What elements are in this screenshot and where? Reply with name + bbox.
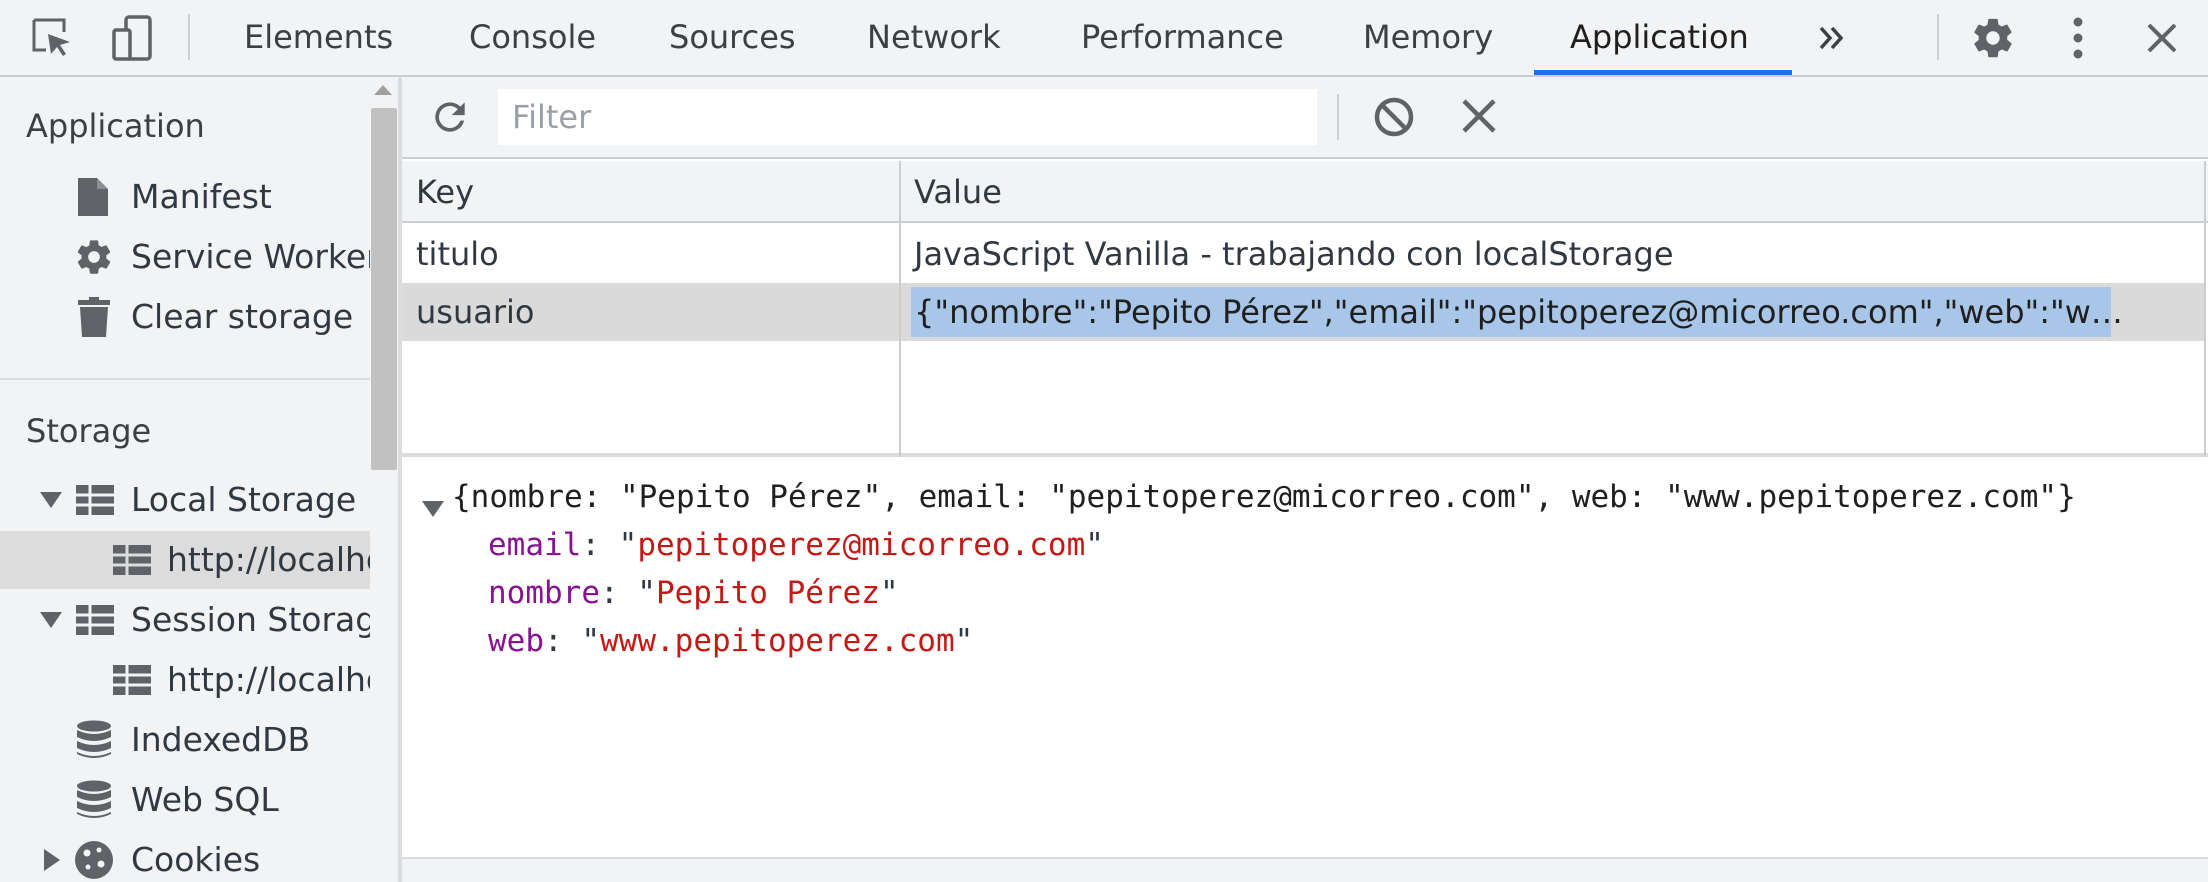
property-row: nombre: "Pepito Pérez" (488, 575, 899, 611)
sidebar-item-label: Web SQL (131, 780, 279, 819)
property-key: nombre (488, 575, 600, 611)
sidebar-item-label: Cookies (131, 840, 261, 879)
column-divider[interactable] (899, 161, 901, 457)
sidebar-item-label: Session Storage (131, 600, 397, 639)
tab-sources[interactable]: Sources (669, 0, 796, 75)
toolbar-separator (1937, 14, 1939, 60)
sidebar-item-web-sql[interactable]: Web SQL (0, 771, 370, 829)
sidebar-divider (0, 378, 370, 380)
storage-data-grid: Key Value titulo JavaScript Vanilla - tr… (402, 161, 2208, 457)
object-summary[interactable]: {nombre: "Pepito Pérez", email: "pepitop… (452, 473, 2076, 521)
toolbar-separator (188, 14, 190, 60)
cookie-icon (74, 831, 114, 882)
row-key: titulo (416, 235, 499, 273)
row-value: JavaScript Vanilla - trabajando con loca… (914, 235, 1674, 273)
property-key: web (488, 623, 544, 659)
sidebar-item-indexeddb[interactable]: IndexedDB (0, 711, 370, 769)
document-icon (78, 168, 108, 226)
devtools-toolbar: Elements Console Sources Network Perform… (0, 0, 2208, 77)
inspect-element-icon[interactable] (24, 0, 80, 75)
sidebar: Application Manifest Service Workers Cle… (0, 77, 402, 882)
sidebar-item-local-storage-localhost[interactable]: http://localhost (0, 531, 402, 589)
gear-icon (74, 228, 114, 286)
refresh-icon[interactable] (428, 95, 472, 143)
database-icon (76, 711, 112, 769)
trash-icon (78, 288, 110, 346)
sidebar-item-service-workers[interactable]: Service Workers (0, 228, 397, 286)
property-row: email: "pepitoperez@micorreo.com" (488, 527, 1104, 563)
sidebar-item-cookies[interactable]: Cookies (0, 831, 370, 882)
grid-header: Key Value (402, 161, 2208, 223)
sidebar-item-label: Manifest (131, 177, 272, 216)
tab-elements[interactable]: Elements (244, 0, 393, 75)
table-icon (113, 651, 151, 709)
property-value: www.pepitoperez.com (600, 623, 955, 659)
property-key: email (488, 527, 582, 563)
column-header-value[interactable]: Value (914, 161, 1002, 223)
sidebar-item-session-storage-localhost[interactable]: http://localhost (0, 651, 402, 709)
scroll-up-arrow-icon[interactable] (374, 85, 392, 95)
property-value: Pepito Pérez (655, 575, 880, 611)
delete-selected-icon[interactable] (1460, 97, 1498, 139)
sidebar-item-label: http://localhost (167, 660, 402, 699)
row-value[interactable]: {"nombre":"Pepito Pérez","email":"pepito… (914, 283, 2149, 341)
sidebar-item-session-storage[interactable]: Session Storage (0, 591, 397, 649)
bottom-scrollbar[interactable] (402, 857, 2208, 882)
sidebar-section-application: Application (26, 107, 205, 145)
toolbar-separator (1337, 94, 1339, 140)
clear-all-icon[interactable] (1372, 95, 1416, 143)
expand-triangle-icon[interactable] (40, 591, 62, 649)
close-icon[interactable] (2140, 0, 2184, 75)
property-value: pepitoperez@micorreo.com (637, 527, 1086, 563)
sidebar-item-label: http://localhost (167, 540, 402, 579)
row-key: usuario (416, 293, 535, 331)
expand-triangle-icon[interactable] (40, 471, 62, 529)
sidebar-item-local-storage[interactable]: Local Storage (0, 471, 370, 529)
sidebar-scrollbar-thumb[interactable] (371, 108, 397, 470)
gear-icon[interactable] (1968, 0, 2018, 75)
sidebar-item-manifest[interactable]: Manifest (0, 168, 370, 226)
sidebar-item-label: Service Workers (131, 237, 397, 276)
tab-console[interactable]: Console (469, 0, 596, 75)
filter-input[interactable] (498, 89, 1317, 145)
sidebar-item-label: Clear storage (131, 297, 354, 336)
sidebar-item-clear-storage[interactable]: Clear storage (0, 288, 370, 346)
grid-border (2204, 161, 2206, 457)
table-icon (76, 471, 114, 529)
sidebar-section-storage: Storage (26, 412, 152, 450)
tab-network[interactable]: Network (867, 0, 1001, 75)
device-toolbar-icon[interactable] (104, 0, 160, 75)
value-preview: {nombre: "Pepito Pérez", email: "pepitop… (402, 461, 2208, 859)
sidebar-item-label: Local Storage (131, 480, 357, 519)
table-icon (113, 531, 151, 589)
tab-application[interactable]: Application (1570, 0, 1749, 75)
collapse-triangle-icon[interactable] (44, 831, 60, 882)
tab-performance[interactable]: Performance (1081, 0, 1284, 75)
database-icon (76, 771, 112, 829)
double-chevron-right-icon[interactable] (1812, 0, 1852, 75)
active-tab-indicator (1534, 70, 1792, 75)
kebab-menu-icon[interactable] (2060, 0, 2096, 75)
sidebar-item-label: IndexedDB (131, 720, 311, 759)
column-header-key[interactable]: Key (416, 161, 474, 223)
property-row: web: "www.pepitoperez.com" (488, 623, 974, 659)
table-row[interactable]: titulo JavaScript Vanilla - trabajando c… (402, 225, 2206, 283)
table-row-selected[interactable]: usuario {"nombre":"Pepito Pérez","email"… (402, 283, 2206, 341)
expand-triangle-icon[interactable] (422, 489, 444, 525)
tab-memory[interactable]: Memory (1363, 0, 1493, 75)
table-icon (76, 591, 114, 649)
